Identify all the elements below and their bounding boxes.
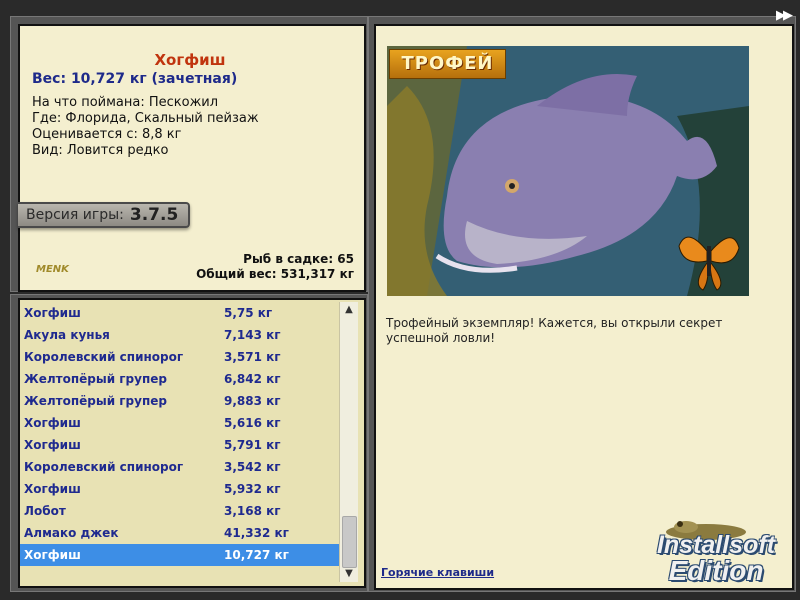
list-item-name: Хогфиш (24, 306, 81, 320)
list-item-weight: 5,75 кг (224, 306, 273, 320)
detail-bait: На что поймана: Пескожил (32, 95, 219, 110)
list-item-name: Желтопёрый групер (24, 394, 167, 408)
brand-line2: Edition (668, 555, 764, 586)
list-item[interactable]: Хогфиш 5,616 кг (20, 412, 340, 434)
list-item[interactable]: Хогфиш 5,932 кг (20, 478, 340, 500)
fast-forward-icon[interactable]: ▶▶ (776, 8, 793, 23)
brand-watermark: Installsoft Edition (640, 532, 792, 586)
fish-name-title: Хогфиш (154, 51, 226, 69)
trophy-badge: ТРОФЕЙ (389, 49, 506, 79)
list-item-name: Королевский спинорог (24, 350, 184, 364)
list-item[interactable]: Хогфиш 10,727 кг (20, 544, 340, 566)
list-item[interactable]: Королевский спинорог 3,571 кг (20, 346, 340, 368)
list-item-name: Алмако джек (24, 526, 119, 540)
list-item-weight: 10,727 кг (224, 548, 289, 562)
catch-list[interactable]: Хогфиш 5,75 кг Акула кунья 7,143 кг Королевс… (20, 302, 340, 566)
chevron-up-icon[interactable]: ▲ (340, 302, 358, 318)
fish-details: На что поймана: Пескожил Где: Флорида, С… (32, 95, 259, 159)
version-number: 3.7.5 (129, 205, 179, 225)
detail-location: Где: Флорида, Скальный пейзаж (32, 111, 259, 126)
list-item-weight: 6,842 кг (224, 372, 281, 386)
list-item[interactable]: Алмако джек 41,332 кг (20, 522, 340, 544)
list-item[interactable]: Желтопёрый групер 6,842 кг (20, 368, 340, 390)
list-item-weight: 5,616 кг (224, 416, 281, 430)
fish-weight: Вес: 10,727 кг (зачетная) (32, 71, 238, 87)
list-scrollbar[interactable]: ▲ ▼ (339, 302, 358, 582)
list-item-name: Акула кунья (24, 328, 110, 342)
list-item-weight: 41,332 кг (224, 526, 289, 540)
trophy-description: Трофейный экземпляр! Кажется, вы открыли… (386, 316, 723, 345)
list-item-name: Хогфиш (24, 482, 81, 496)
hotkeys-link[interactable]: Горячие клавиши (381, 566, 494, 579)
scrollbar-thumb[interactable] (342, 516, 357, 568)
fish-photo (387, 46, 749, 296)
list-item[interactable]: Желтопёрый групер 9,883 кг (20, 390, 340, 412)
fish-count: Рыб в садке: 65 (243, 252, 354, 266)
catch-summary: Рыб в садке: 65 Общий вес: 531,317 кг (196, 252, 354, 282)
studio-logo: MENK (36, 264, 69, 275)
list-item-weight: 3,168 кг (224, 504, 281, 518)
list-item[interactable]: Лобот 3,168 кг (20, 500, 340, 522)
detail-rarity: Вид: Ловится редко (32, 143, 169, 158)
total-weight: Общий вес: 531,317 кг (196, 267, 354, 281)
list-item-name: Хогфиш (24, 416, 81, 430)
list-item-name: Хогфиш (24, 438, 81, 452)
list-item-name: Желтопёрый групер (24, 372, 167, 386)
list-item-name: Лобот (24, 504, 66, 518)
list-item-weight: 5,932 кг (224, 482, 281, 496)
list-item-weight: 3,571 кг (224, 350, 281, 364)
list-item-name: Королевский спинорог (24, 460, 184, 474)
version-label: Версия игры: (26, 207, 124, 223)
list-item[interactable]: Хогфиш 5,75 кг (20, 302, 340, 324)
detail-score: Оценивается с: 8,8 кг (32, 127, 182, 142)
version-badge: Версия игры: 3.7.5 (18, 202, 190, 228)
list-item[interactable]: Королевский спинорог 3,542 кг (20, 456, 340, 478)
list-item[interactable]: Хогфиш 5,791 кг (20, 434, 340, 456)
list-item-weight: 5,791 кг (224, 438, 281, 452)
list-item-weight: 3,542 кг (224, 460, 281, 474)
list-item-weight: 9,883 кг (224, 394, 281, 408)
list-item[interactable]: Акула кунья 7,143 кг (20, 324, 340, 346)
list-item-weight: 7,143 кг (224, 328, 281, 342)
list-item-name: Хогфиш (24, 548, 81, 562)
chevron-down-icon[interactable]: ▼ (340, 566, 358, 582)
